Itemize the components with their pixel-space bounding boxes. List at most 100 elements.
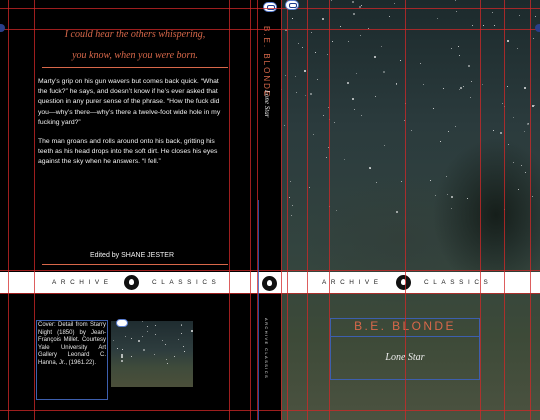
star-decoration: [310, 93, 312, 95]
paragraph[interactable]: Marty’s grip on his gun wavers but comes…: [38, 77, 224, 128]
star-decoration: [295, 76, 296, 77]
star-decoration: [147, 326, 148, 327]
guide-line[interactable]: [0, 293, 540, 294]
star-decoration: [291, 215, 292, 216]
star-decoration: [500, 132, 502, 134]
star-decoration: [322, 18, 324, 20]
star-decoration: [396, 211, 398, 213]
star-decoration: [459, 89, 460, 90]
star-decoration: [285, 75, 286, 76]
star-decoration: [389, 16, 390, 17]
epigraph[interactable]: I could hear the others whispering, you …: [40, 24, 230, 66]
star-decoration: [467, 198, 468, 199]
star-decoration: [525, 172, 526, 173]
star-decoration: [155, 325, 156, 326]
guide-line[interactable]: [0, 29, 540, 30]
guide-line[interactable]: [480, 0, 481, 420]
cover-credit[interactable]: Cover: Detail from Starry Night (1850) b…: [38, 322, 106, 368]
star-decoration: [446, 176, 447, 177]
star-decoration: [443, 88, 444, 89]
star-decoration: [396, 84, 397, 85]
paragraph[interactable]: The man groans and rolls around onto his…: [38, 137, 224, 168]
star-decoration: [353, 13, 355, 15]
star-decoration: [532, 196, 533, 197]
editor-credit[interactable]: Edited by SHANE JESTER: [40, 252, 224, 259]
star-decoration: [326, 157, 327, 158]
star-decoration: [451, 48, 452, 49]
star-decoration: [502, 103, 503, 104]
star-decoration: [401, 181, 402, 182]
star-decoration: [360, 35, 361, 36]
star-decoration: [521, 165, 522, 166]
star-decoration: [470, 97, 471, 98]
star-decoration: [524, 131, 525, 132]
frame-handle-icon[interactable]: [116, 319, 128, 327]
spine-title[interactable]: Lone Star: [263, 90, 271, 117]
star-decoration: [352, 1, 354, 3]
star-decoration: [471, 81, 472, 82]
imprint-logo-icon: [396, 275, 411, 290]
star-decoration: [142, 336, 143, 337]
star-decoration: [166, 359, 167, 360]
star-decoration: [447, 194, 448, 195]
star-decoration: [313, 134, 314, 135]
guide-line[interactable]: [250, 0, 251, 420]
star-decoration: [125, 336, 126, 337]
frame-edge: [258, 200, 259, 420]
guide-line[interactable]: [281, 0, 282, 420]
star-decoration: [411, 130, 412, 131]
star-decoration: [430, 180, 431, 181]
guide-line[interactable]: [0, 270, 540, 271]
star-decoration: [332, 41, 333, 42]
page-handle-icon[interactable]: [535, 24, 540, 32]
band-label: CLASSICS: [424, 279, 493, 286]
star-decoration: [131, 356, 132, 357]
star-decoration: [440, 141, 441, 142]
guide-line[interactable]: [504, 0, 505, 420]
guide-line[interactable]: [229, 0, 230, 420]
star-decoration: [336, 210, 337, 211]
guide-line[interactable]: [0, 410, 540, 411]
star-decoration: [459, 55, 460, 56]
star-decoration: [519, 15, 520, 16]
star-decoration: [384, 145, 385, 146]
star-decoration: [458, 46, 459, 47]
guide-line[interactable]: [329, 0, 330, 420]
star-decoration: [528, 123, 529, 124]
guide-line[interactable]: [287, 0, 288, 420]
guide-line[interactable]: [307, 0, 308, 420]
star-decoration: [400, 60, 401, 61]
guide-line[interactable]: [405, 0, 406, 420]
star-decoration: [340, 26, 341, 27]
star-decoration: [460, 87, 462, 89]
star-decoration: [468, 65, 470, 67]
star-decoration: [354, 109, 355, 110]
star-decoration: [178, 339, 179, 340]
band-label: ARCHIVE: [52, 279, 113, 286]
star-decoration: [181, 333, 182, 334]
star-decoration: [344, 159, 345, 160]
spine-author[interactable]: B.E. BLONDE: [262, 26, 271, 98]
cover-thumbnail-image[interactable]: [111, 321, 193, 387]
star-decoration: [451, 196, 453, 198]
guide-line[interactable]: [0, 8, 540, 9]
star-decoration: [517, 48, 518, 49]
star-decoration: [323, 115, 324, 116]
frame-handle-icon[interactable]: [285, 0, 299, 10]
star-decoration: [433, 108, 434, 109]
star-decoration: [535, 16, 536, 17]
star-decoration: [437, 18, 438, 19]
star-decoration: [518, 189, 519, 190]
guide-line[interactable]: [530, 0, 531, 420]
spine-imprint[interactable]: ARCHIVE CLASSICS: [264, 318, 269, 379]
star-decoration: [143, 349, 145, 351]
guide-line[interactable]: [8, 0, 9, 420]
star-decoration: [296, 92, 297, 93]
guide-line[interactable]: [34, 0, 35, 420]
star-decoration: [448, 131, 449, 132]
star-decoration: [292, 18, 293, 19]
star-decoration: [138, 340, 140, 342]
star-decoration: [167, 363, 168, 364]
star-decoration: [381, 46, 382, 47]
frame-handle-icon[interactable]: [263, 2, 277, 12]
